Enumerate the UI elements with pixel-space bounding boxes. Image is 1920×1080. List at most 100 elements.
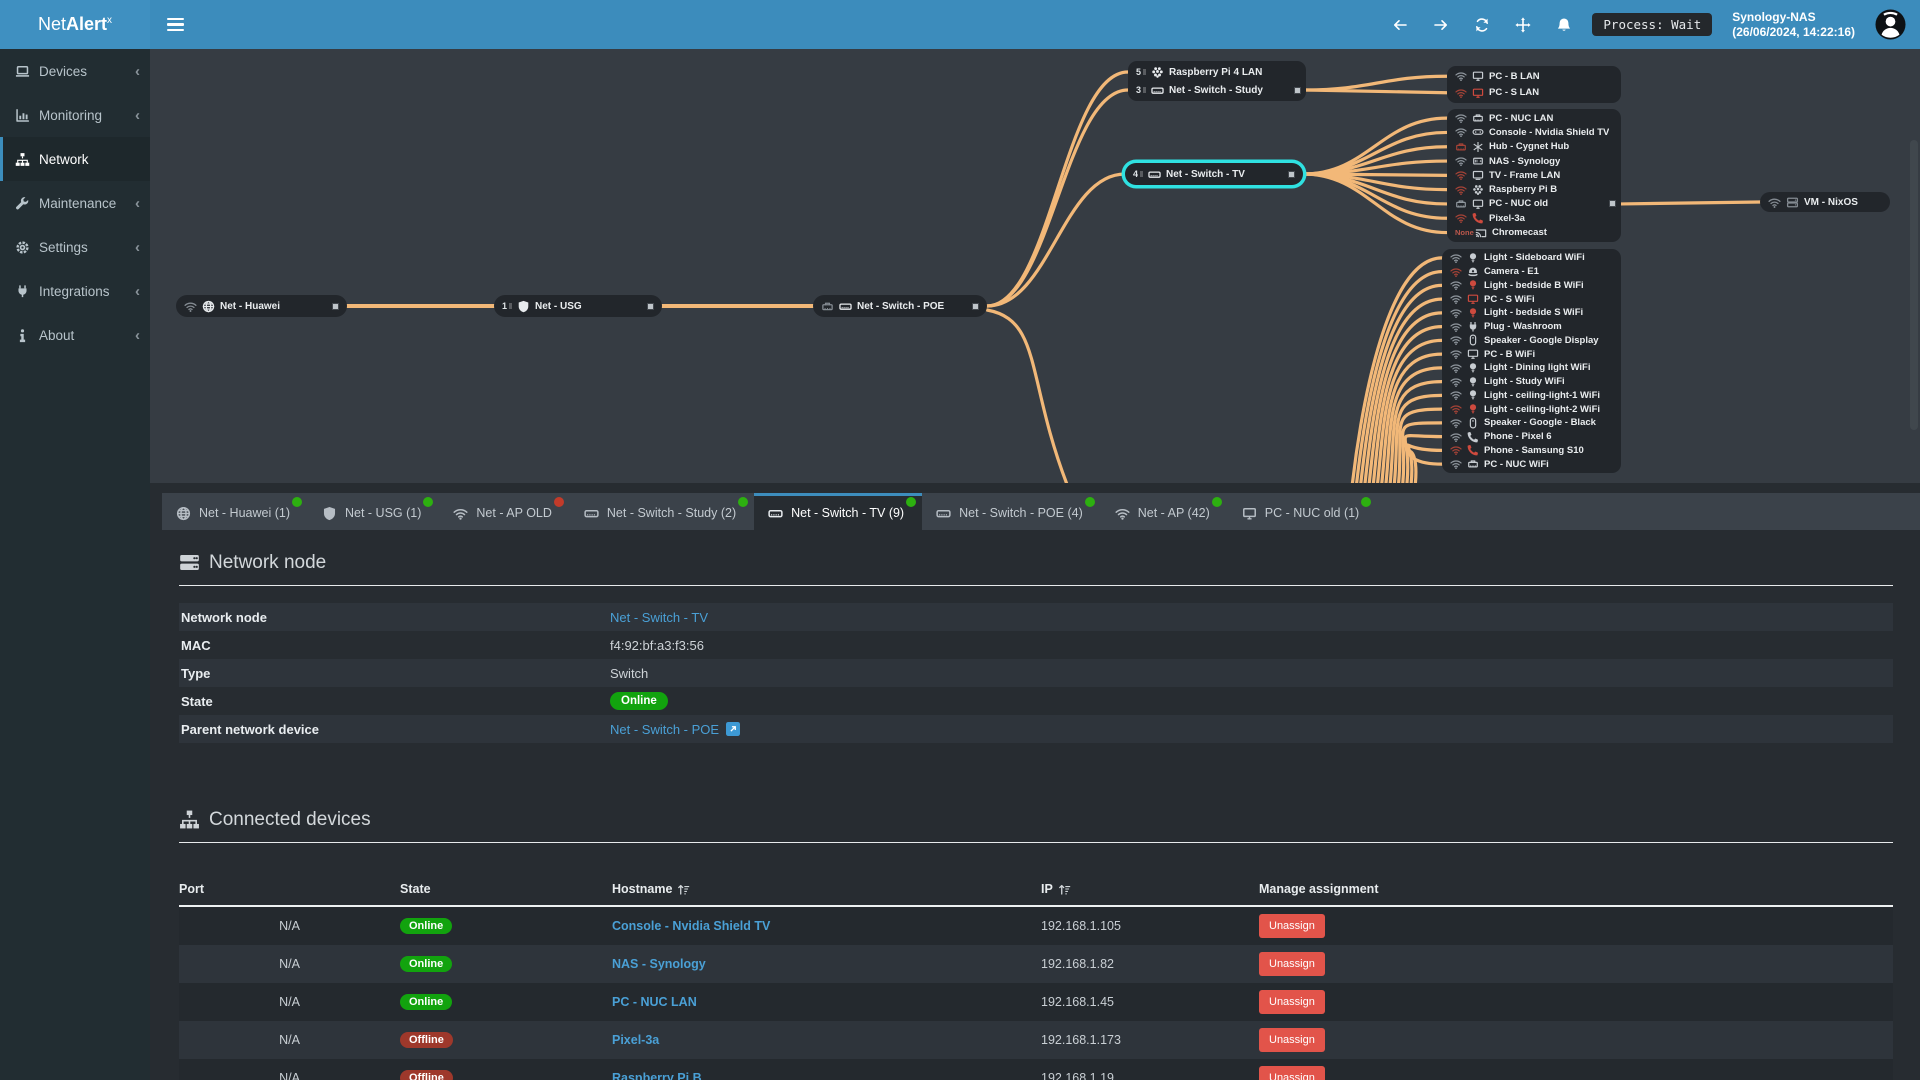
tree-device-light-study-wifi[interactable]: Light - Study WiFi [1442,375,1621,389]
tab-net-switch-study-2[interactable]: Net - Switch - Study (2) [570,493,754,530]
sidebar-item-maintenance[interactable]: Maintenance ‹ [0,181,150,225]
unassign-button[interactable]: Unassign [1259,914,1325,938]
unassign-button[interactable]: Unassign [1259,952,1325,976]
tree-device-pc-nuc-lan[interactable]: PC - NUC LAN [1447,111,1621,125]
bell-icon[interactable] [1556,17,1572,33]
hub-icon [1472,141,1484,153]
device-link-raspberry-pi-b[interactable]: Raspberry Pi B [612,1071,702,1080]
tree-node-poe[interactable]: Net - Switch - POE [813,295,987,317]
tree-device-tv-frame-lan[interactable]: TV - Frame LAN [1447,168,1621,182]
tree-device-pc-b-lan[interactable]: PC - B LAN [1447,68,1621,85]
tree-device-light-bedside-s-wifi[interactable]: Light - bedside S WiFi [1442,306,1621,320]
tree-device-phone-pixel-6[interactable]: Phone - Pixel 6 [1442,430,1621,444]
wifi-icon [1455,169,1467,181]
tree-device-speaker-google-display[interactable]: Speaker - Google Display [1442,334,1621,348]
tree-node-tv[interactable]: 4 Net - Switch - TV [1125,163,1303,185]
tab-net-ap-42[interactable]: Net - AP (42) [1101,493,1228,530]
tree-device-nas-synology[interactable]: NAS - Synology [1447,154,1621,168]
sidebar-item-label: Settings [39,239,88,255]
tree-device-net-switch-study[interactable]: 3 Net - Switch - Study [1128,81,1306,99]
node-label: Net - Switch - TV [1166,168,1245,180]
tree-device-hub-cygnet-hub[interactable]: Hub - Cygnet Hub [1447,140,1621,154]
switch-icon [839,300,852,313]
unassign-button[interactable]: Unassign [1259,990,1325,1014]
tree-device-console-nvidia-shield-tv[interactable]: Console - Nvidia Shield TV [1447,125,1621,139]
column-label: State [400,882,431,896]
sidebar-item-monitoring[interactable]: Monitoring ‹ [0,93,150,137]
switch-icon [1148,168,1161,181]
tree-device-light-sideboard-wifi[interactable]: Light - Sideboard WiFi [1442,251,1621,265]
tree-device-phone-samsung-s10[interactable]: Phone - Samsung S10 [1442,444,1621,458]
tab-label: Net - Switch - TV (9) [791,506,905,520]
sidebar-item-label: Network [39,151,89,167]
tree-device-pc-s-wifi[interactable]: PC - S WiFi [1442,292,1621,306]
tree-device-pc-s-lan[interactable]: PC - S LAN [1447,85,1621,102]
tree-device-pc-nuc-wifi[interactable]: PC - NUC WiFi [1442,457,1621,471]
tree-device-pc-nuc-old[interactable]: PC - NUC old [1447,197,1621,211]
node-label: VM - NixOS [1804,196,1858,208]
tree-device-speaker-google-black[interactable]: Speaker - Google - Black [1442,416,1621,430]
tree-device-pixel-3a[interactable]: Pixel-3a [1447,211,1621,225]
tree-device-plug-washroom[interactable]: Plug - Washroom [1442,320,1621,334]
sidebar-item-about[interactable]: About ‹ [0,313,150,357]
tree-device-raspberry-pi-4-lan[interactable]: 5 Raspberry Pi 4 LAN [1128,63,1306,81]
column-header-hostname[interactable]: Hostname [612,882,1041,896]
device-label: Hub - Cygnet Hub [1489,141,1570,153]
refresh-icon[interactable] [1474,17,1490,33]
device-link-nas-synology[interactable]: NAS - Synology [612,957,706,971]
sidebar-item-integrations[interactable]: Integrations ‹ [0,269,150,313]
tab-net-switch-tv-9[interactable]: Net - Switch - TV (9) [754,493,923,530]
pc-icon [1467,293,1479,305]
tree-device-light-ceiling-light-2-wifi[interactable]: Light - ceiling-light-2 WiFi [1442,402,1621,416]
device-link-pixel-3a[interactable]: Pixel-3a [612,1033,659,1047]
state-pill: Online [610,692,668,710]
tab-bar: Net - Huawei (1) Net - USG (1) Net - AP OL… [162,493,1920,530]
sidebar-item-settings[interactable]: Settings ‹ [0,225,150,269]
tree-device-camera-e1[interactable]: Camera - E1 [1442,265,1621,279]
tree-node-huawei[interactable]: Net - Huawei [176,295,347,317]
phone-icon [1472,212,1484,224]
sidebar-item-network[interactable]: Network [0,137,150,181]
tab-net-huawei-1[interactable]: Net - Huawei (1) [162,493,308,530]
pc-icon [1472,198,1484,210]
node-label: Net - USG [535,300,582,312]
tree-device-chromecast[interactable]: None Chromecast [1447,225,1621,239]
tree-node-usg[interactable]: 1 Net - USG [494,295,662,317]
status-dot-green [292,497,302,507]
device-label: PC - NUC WiFi [1484,458,1549,470]
unassign-button[interactable]: Unassign [1259,1066,1325,1080]
sidebar-item-devices[interactable]: Devices ‹ [0,49,150,93]
sidebar-item-label: About [39,327,75,343]
device-label: Light - Dining light WiFi [1484,362,1591,374]
device-link-console-nvidia-shield-tv[interactable]: Console - Nvidia Shield TV [612,919,770,933]
phone-icon [1467,431,1479,443]
tab-net-switch-poe-4[interactable]: Net - Switch - POE (4) [922,493,1101,530]
table-body: N/A Online Console - Nvidia Shield TV 192.1… [179,907,1893,1080]
device-label: Console - Nvidia Shield TV [1489,126,1610,138]
tree-device-light-ceiling-light-1-wifi[interactable]: Light - ceiling-light-1 WiFi [1442,389,1621,403]
tab-net-usg-1[interactable]: Net - USG (1) [308,493,439,530]
scrollbar-thumb[interactable] [1910,140,1918,430]
sidebar-toggle-button[interactable] [150,0,201,49]
tab-pc-nuc-old-1[interactable]: PC - NUC old (1) [1228,493,1377,530]
tree-device-raspberry-pi-b[interactable]: Raspberry Pi B [1447,182,1621,196]
app-logo[interactable]: Net Alert x [0,0,150,49]
tree-device-pc-b-wifi[interactable]: PC - B WiFi [1442,347,1621,361]
tree-device-light-dining-light-wifi[interactable]: Light - Dining light WiFi [1442,361,1621,375]
link-net-switch-poe[interactable]: Net - Switch - POE [610,722,719,737]
chevron-left-icon: ‹ [135,106,140,124]
tab-net-ap-old[interactable]: Net - AP OLD [439,493,570,530]
unassign-button[interactable]: Unassign [1259,1028,1325,1052]
arrow-left-icon[interactable] [1392,17,1408,33]
tree-node-vm[interactable]: VM - NixOS [1760,192,1890,212]
cell-action: Unassign [1259,990,1893,1014]
device-link-pc-nuc-lan[interactable]: PC - NUC LAN [612,995,697,1009]
link-net-switch-tv[interactable]: Net - Switch - TV [610,610,708,625]
user-avatar[interactable] [1875,9,1906,40]
column-header-ip[interactable]: IP [1041,882,1259,896]
arrow-right-icon[interactable] [1433,17,1449,33]
cell-ip: 192.168.1.173 [1041,1033,1121,1047]
tree-device-light-bedside-b-wifi[interactable]: Light - bedside B WiFi [1442,279,1621,293]
extlink-icon[interactable] [726,722,741,736]
move-icon[interactable] [1515,16,1531,33]
